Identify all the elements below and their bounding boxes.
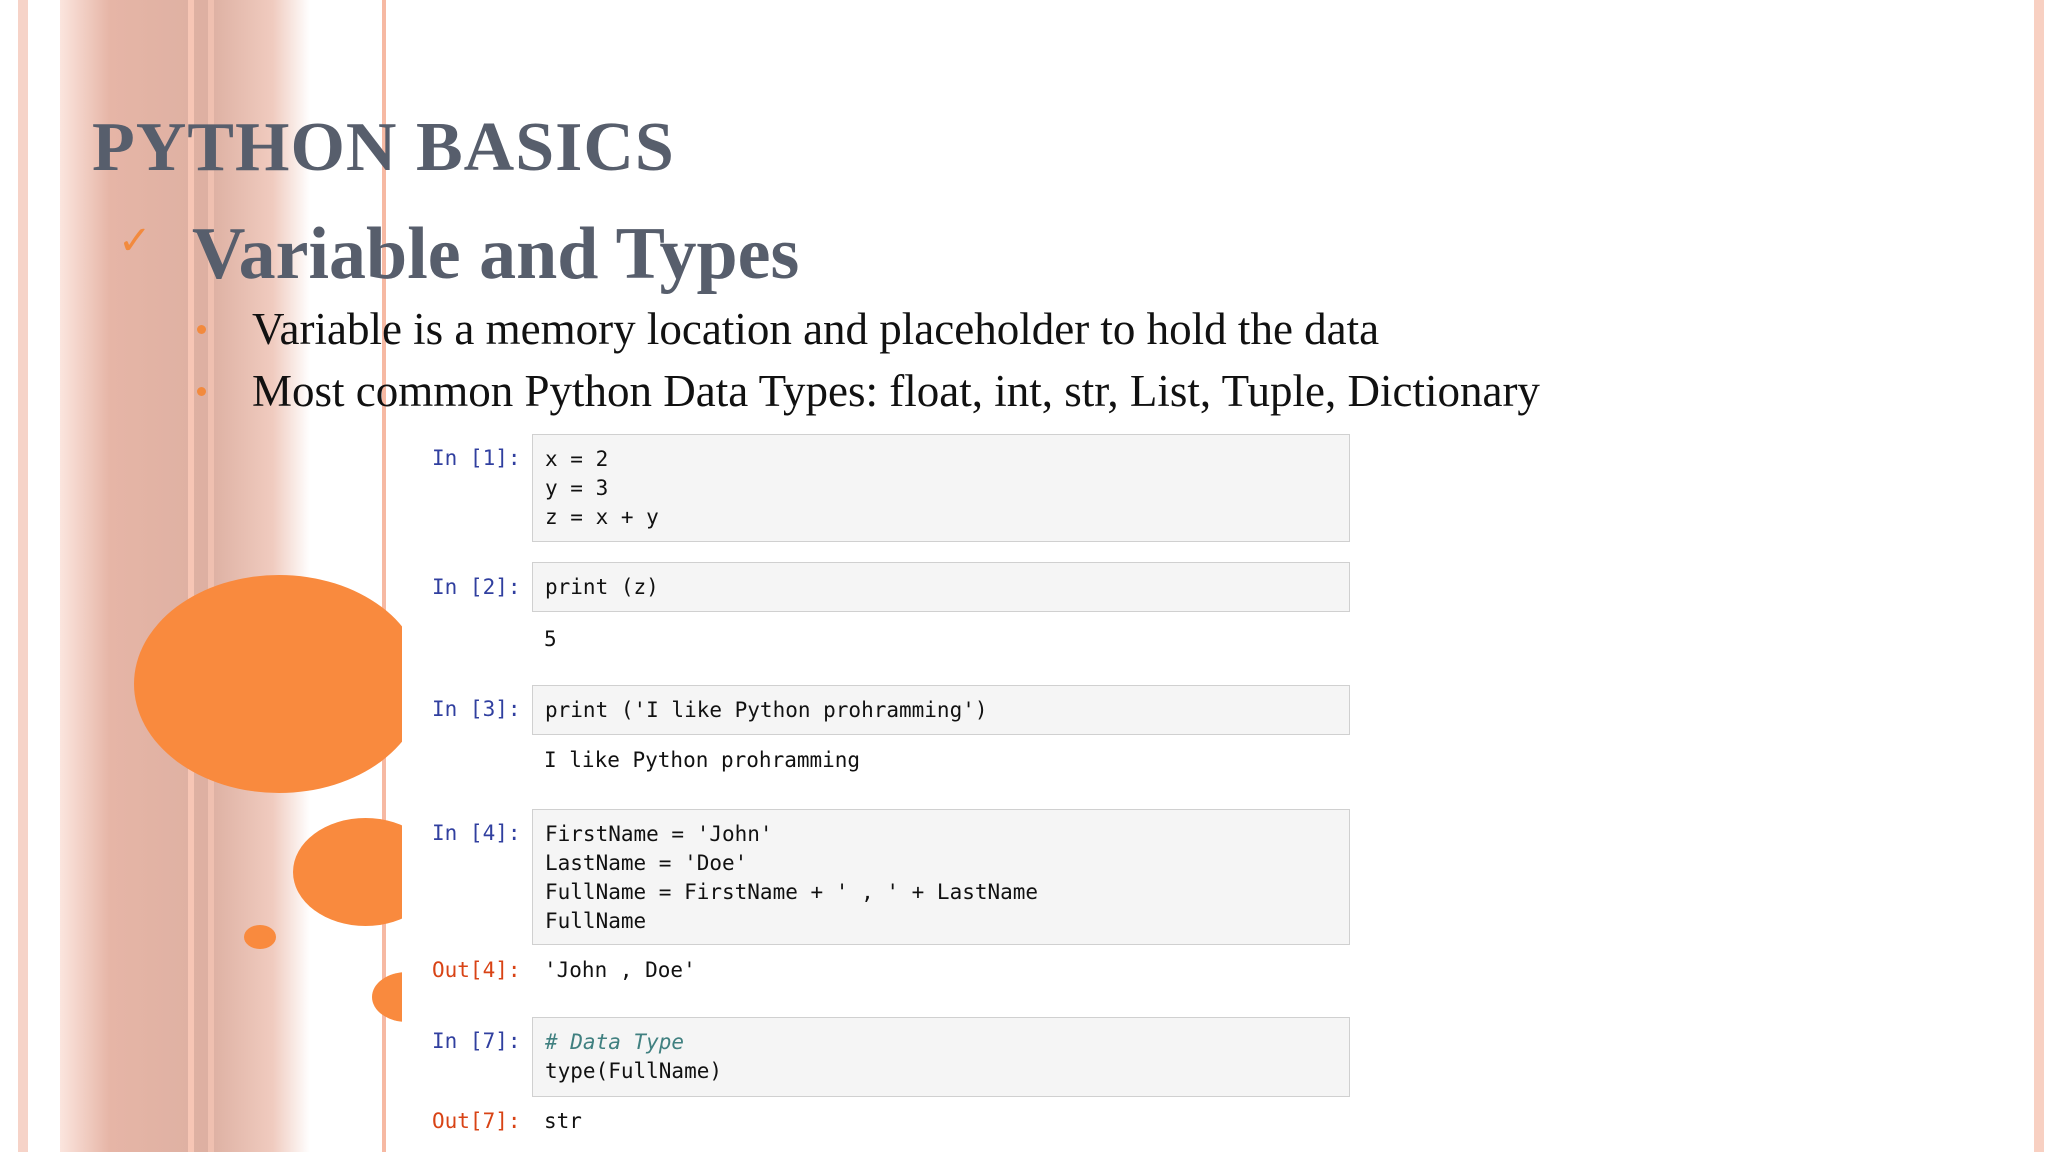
bullet-item: Variable is a memory location and placeh… <box>252 304 1380 354</box>
in-prompt: In [2]: <box>432 575 521 599</box>
code-line: x = 2 <box>545 447 609 471</box>
code-comment: # Data Type <box>545 1030 685 1054</box>
decor-stripe-right <box>2034 0 2044 1152</box>
cell-output: 5 <box>544 627 557 651</box>
slide: PYTHON BASICS ✓ Variable and Types Varia… <box>0 0 2048 1152</box>
in-prompt: In [1]: <box>432 446 521 470</box>
in-prompt: In [4]: <box>432 821 521 845</box>
code-cell[interactable]: # Data Type type(FullName) <box>532 1017 1350 1097</box>
code-line: type(FullName) <box>545 1059 723 1083</box>
code-cell[interactable]: print ('I like Python prohramming') <box>532 685 1350 735</box>
in-prompt: In [7]: <box>432 1029 521 1053</box>
code-line: FullName <box>545 909 647 933</box>
slide-title: PYTHON BASICS <box>92 109 675 186</box>
code-line: z = x + y <box>545 505 659 529</box>
code-line: print (z) <box>545 575 659 599</box>
decor-stripe-outer <box>18 0 28 1152</box>
bullet-item: Most common Python Data Types: float, in… <box>252 366 1540 416</box>
decor-circle-small <box>244 925 276 949</box>
notebook-screenshot: In [1]: x = 2 y = 3 z = x + y In [2]: pr… <box>402 430 1352 1152</box>
checkmark-icon: ✓ <box>118 218 152 264</box>
code-line: print ('I like Python prohramming') <box>545 698 988 722</box>
code-line: LastName = 'Doe' <box>545 851 748 875</box>
code-cell[interactable]: x = 2 y = 3 z = x + y <box>532 434 1350 542</box>
slide-subtitle: Variable and Types <box>192 213 800 295</box>
out-prompt: Out[4]: <box>432 958 521 982</box>
in-prompt: In [3]: <box>432 697 521 721</box>
out-prompt: Out[7]: <box>432 1109 521 1133</box>
code-cell[interactable]: print (z) <box>532 562 1350 612</box>
decor-circle-large <box>134 575 424 793</box>
code-line: FullName = FirstName + ' , ' + LastName <box>545 880 1039 904</box>
bullet-dot-icon <box>197 387 206 396</box>
code-line: y = 3 <box>545 476 609 500</box>
cell-output: str <box>544 1109 582 1133</box>
bullet-dot-icon <box>197 325 206 334</box>
code-cell[interactable]: FirstName = 'John' LastName = 'Doe' Full… <box>532 809 1350 945</box>
code-line: FirstName = 'John' <box>545 822 773 846</box>
cell-output: 'John , Doe' <box>544 958 696 982</box>
cell-output: I like Python prohramming <box>544 748 861 772</box>
